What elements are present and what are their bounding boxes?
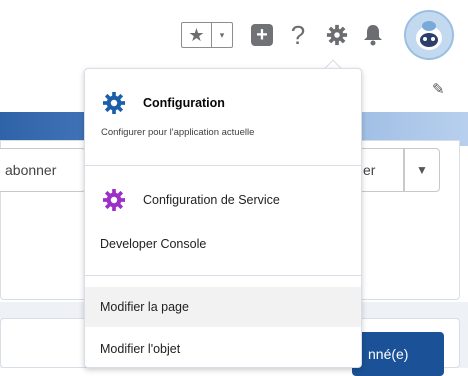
- more-actions-button[interactable]: ▼: [404, 148, 440, 192]
- menu-item-developer-console[interactable]: Developer Console: [85, 229, 361, 259]
- favorites-list-caret-icon[interactable]: ▾: [212, 23, 232, 47]
- bell-icon: [364, 25, 382, 46]
- menu-item-edit-page[interactable]: Modifier la page: [85, 287, 361, 327]
- setup-gear-icon: [103, 92, 125, 114]
- favorites-button-group[interactable]: ★ ▾: [181, 22, 233, 48]
- subscribe-button[interactable]: abonner: [0, 148, 86, 192]
- menu-item-configuration-label: Configuration: [143, 96, 225, 110]
- help-button[interactable]: ?: [287, 20, 309, 50]
- menu-item-service-setup-label: Configuration de Service: [143, 193, 280, 207]
- help-icon: ?: [290, 19, 306, 50]
- chevron-down-icon: ▼: [416, 163, 428, 177]
- setup-menu: Configuration Configurer pour l'applicat…: [84, 68, 362, 368]
- menu-divider: [85, 275, 361, 276]
- setup-gear-button[interactable]: [324, 20, 350, 50]
- menu-item-edit-object[interactable]: Modifier l'objet: [85, 331, 361, 367]
- astro-avatar-icon: [406, 12, 452, 58]
- primary-action-button[interactable]: nné(e): [352, 332, 444, 376]
- menu-divider: [85, 165, 361, 166]
- menu-item-configuration-description: Configurer pour l'application actuelle: [101, 127, 255, 138]
- menu-item-service-setup[interactable]: Configuration de Service: [85, 185, 361, 215]
- notifications-button[interactable]: [360, 20, 386, 50]
- user-avatar[interactable]: [404, 10, 454, 60]
- gear-icon: [326, 24, 348, 46]
- global-actions-button[interactable]: +: [249, 20, 275, 50]
- menu-item-configuration[interactable]: Configuration: [85, 89, 361, 117]
- add-icon: +: [251, 24, 273, 46]
- edit-pencil-icon[interactable]: ✎: [432, 80, 448, 98]
- service-setup-gear-icon: [103, 189, 125, 211]
- favorites-star-icon[interactable]: ★: [182, 23, 212, 47]
